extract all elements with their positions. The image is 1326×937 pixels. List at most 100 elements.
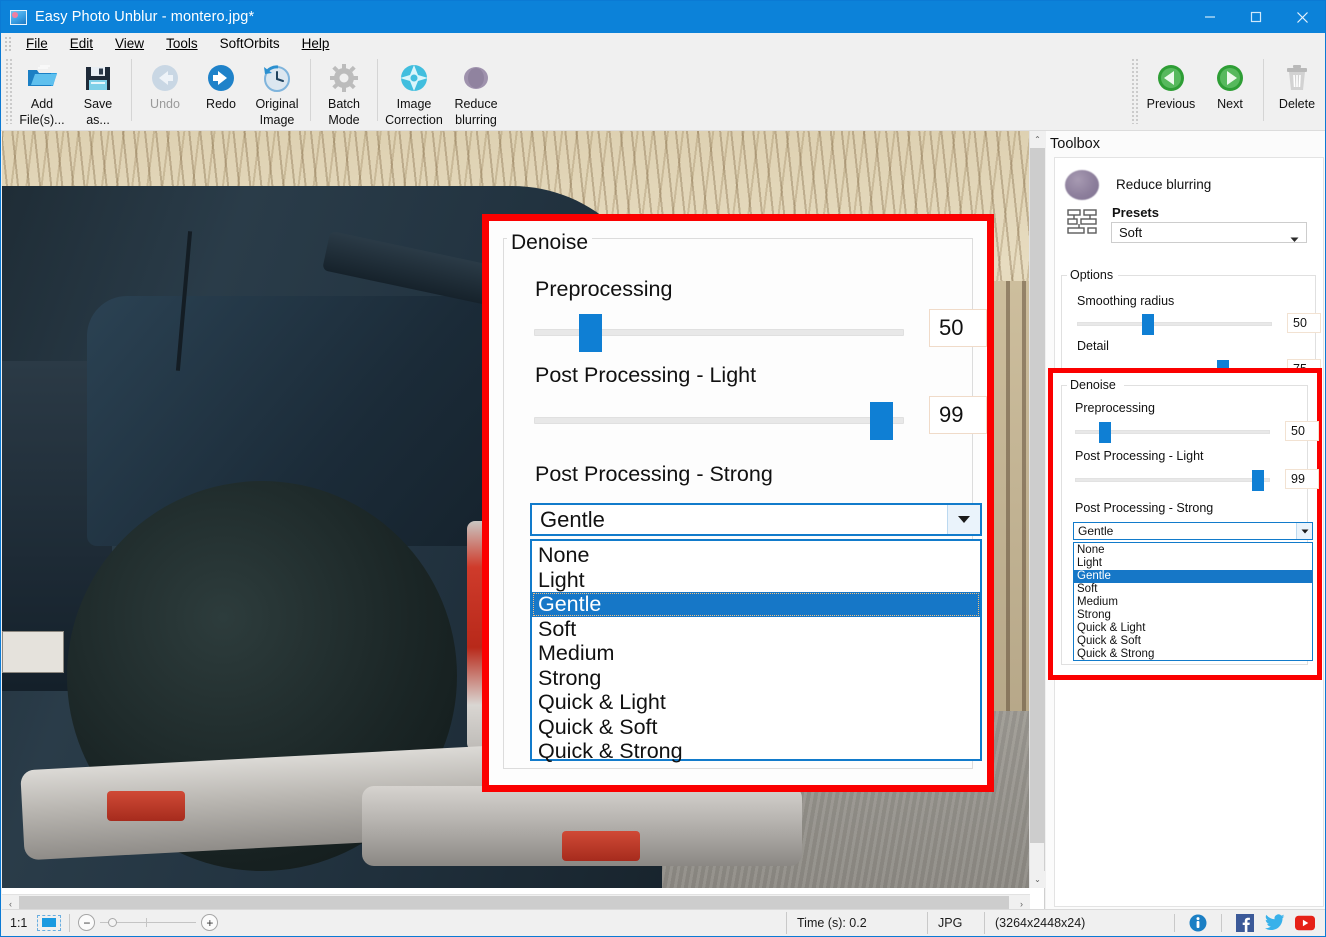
previous-label: Previous bbox=[1147, 97, 1196, 111]
denoise-post-strong-selected: Gentle bbox=[1074, 524, 1113, 538]
denoise-post-light-label: Post Processing - Light bbox=[1075, 449, 1204, 463]
close-button[interactable] bbox=[1279, 1, 1325, 33]
denoise-post-strong-dropdown-list[interactable]: None Light Gentle Soft Medium Strong Qui… bbox=[1073, 542, 1313, 661]
status-dimensions: (3264x2448x24) bbox=[984, 912, 1166, 934]
menu-item-edit[interactable]: Edit bbox=[59, 33, 104, 55]
next-button[interactable]: Next bbox=[1202, 55, 1258, 125]
menu-grip-icon[interactable] bbox=[4, 36, 12, 52]
batch-mode-button[interactable]: Batch Mode bbox=[316, 55, 372, 127]
overlay-preprocessing-value[interactable]: 50 bbox=[929, 309, 987, 347]
overlay-chevron-down-icon[interactable] bbox=[947, 505, 980, 534]
undo-label: Undo bbox=[150, 97, 180, 111]
denoise-option-quick-strong[interactable]: Quick & Strong bbox=[1074, 648, 1312, 661]
scroll-down-arrow-icon[interactable]: ⌄ bbox=[1030, 871, 1045, 888]
menu-tools-label: Tools bbox=[166, 36, 198, 51]
open-folder-icon bbox=[26, 61, 58, 95]
denoise-option-strong[interactable]: Strong bbox=[1074, 609, 1312, 622]
undo-button[interactable]: Undo bbox=[137, 55, 193, 125]
overlay-post-light-thumb[interactable] bbox=[870, 402, 893, 440]
smoothing-radius-thumb[interactable] bbox=[1142, 314, 1154, 335]
overlay-option-gentle[interactable]: Gentle bbox=[532, 592, 980, 617]
status-divider-2 bbox=[1174, 914, 1175, 932]
denoise-option-gentle[interactable]: Gentle bbox=[1074, 570, 1312, 583]
denoise-post-strong-combobox[interactable]: Gentle bbox=[1073, 522, 1313, 540]
save-as-button[interactable]: Save as... bbox=[70, 55, 126, 127]
add-files-button[interactable]: Add File(s)... bbox=[14, 55, 70, 127]
overlay-post-strong-dropdown-list[interactable]: None Light Gentle Soft Medium Strong Qui… bbox=[530, 539, 982, 761]
facebook-icon[interactable] bbox=[1235, 914, 1255, 932]
overlay-option-strong[interactable]: Strong bbox=[532, 666, 980, 691]
maximize-button[interactable] bbox=[1233, 1, 1279, 33]
toolbar-grip-icon[interactable] bbox=[5, 58, 12, 124]
presets-chevron-down-icon[interactable] bbox=[1290, 230, 1299, 248]
overlay-post-strong-label: Post Processing - Strong bbox=[535, 462, 773, 487]
overlay-post-light-value[interactable]: 99 bbox=[929, 396, 987, 434]
overlay-option-light[interactable]: Light bbox=[532, 568, 980, 593]
overlay-denoise-legend: Denoise bbox=[507, 231, 592, 255]
menu-item-help[interactable]: Help bbox=[291, 33, 341, 55]
overlay-post-strong-combobox[interactable]: Gentle bbox=[530, 503, 982, 536]
menu-item-view[interactable]: View bbox=[104, 33, 155, 55]
overlay-option-quick-strong[interactable]: Quick & Strong bbox=[532, 739, 980, 764]
gear-icon bbox=[329, 61, 359, 95]
info-icon[interactable] bbox=[1188, 914, 1208, 932]
previous-button[interactable]: Previous bbox=[1140, 55, 1202, 125]
denoise-chevron-down-icon[interactable] bbox=[1296, 523, 1312, 539]
denoise-option-soft[interactable]: Soft bbox=[1074, 583, 1312, 596]
overlay-option-quick-light[interactable]: Quick & Light bbox=[532, 690, 980, 715]
zoom-slider-knob[interactable] bbox=[108, 918, 117, 927]
zoom-slider[interactable] bbox=[100, 914, 196, 931]
denoise-post-light-thumb[interactable] bbox=[1252, 470, 1264, 491]
delete-label: Delete bbox=[1279, 97, 1315, 111]
youtube-icon[interactable] bbox=[1295, 914, 1315, 932]
title-bar: Easy Photo Unblur - montero.jpg* bbox=[1, 1, 1325, 33]
overlay-preprocessing-slider[interactable] bbox=[534, 329, 904, 336]
minimize-button[interactable] bbox=[1187, 1, 1233, 33]
smoothing-radius-value[interactable]: 50 bbox=[1287, 313, 1321, 333]
overlay-post-light-label: Post Processing - Light bbox=[535, 363, 756, 388]
denoise-preprocessing-thumb[interactable] bbox=[1099, 422, 1111, 443]
denoise-option-none[interactable]: None bbox=[1074, 544, 1312, 557]
overlay-option-quick-soft[interactable]: Quick & Soft bbox=[532, 715, 980, 740]
scroll-up-arrow-icon[interactable]: ⌃ bbox=[1030, 131, 1045, 148]
fit-to-window-icon[interactable] bbox=[37, 915, 61, 931]
image-correction-label-2: Correction bbox=[385, 113, 443, 127]
overlay-option-none[interactable]: None bbox=[532, 543, 980, 568]
menu-item-file[interactable]: File bbox=[15, 33, 59, 55]
presets-combobox[interactable]: Soft bbox=[1111, 222, 1307, 243]
denoise-option-light[interactable]: Light bbox=[1074, 557, 1312, 570]
denoise-post-strong-label: Post Processing - Strong bbox=[1075, 501, 1213, 515]
delete-button[interactable]: Delete bbox=[1269, 55, 1325, 125]
vertical-scroll-thumb[interactable] bbox=[1030, 148, 1045, 843]
overlay-post-light-slider[interactable] bbox=[534, 417, 904, 424]
zoom-in-button[interactable]: + bbox=[201, 914, 218, 931]
original-image-button[interactable]: Original Image bbox=[249, 55, 305, 127]
menu-softorbits-label: SoftOrbits bbox=[220, 36, 280, 51]
window-controls bbox=[1187, 1, 1325, 33]
menu-item-tools[interactable]: Tools bbox=[155, 33, 209, 55]
denoise-option-quick-light[interactable]: Quick & Light bbox=[1074, 622, 1312, 635]
denoise-post-light-slider[interactable] bbox=[1075, 478, 1270, 482]
toolbar-right-grip-icon[interactable] bbox=[1131, 58, 1138, 124]
redo-button[interactable]: Redo bbox=[193, 55, 249, 125]
denoise-option-medium[interactable]: Medium bbox=[1074, 596, 1312, 609]
image-correction-button[interactable]: Image Correction bbox=[383, 55, 445, 127]
denoise-post-light-value[interactable]: 99 bbox=[1285, 469, 1319, 489]
overlay-option-medium[interactable]: Medium bbox=[532, 641, 980, 666]
overlay-preprocessing-thumb[interactable] bbox=[579, 314, 602, 352]
denoise-preprocessing-value[interactable]: 50 bbox=[1285, 421, 1319, 441]
smoothing-radius-slider[interactable] bbox=[1077, 322, 1272, 326]
batch-mode-label-2: Mode bbox=[328, 113, 359, 127]
window-title: Easy Photo Unblur - montero.jpg* bbox=[35, 9, 254, 25]
canvas-vertical-scrollbar[interactable]: ⌃ ⌄ bbox=[1029, 131, 1044, 888]
presets-selected-value: Soft bbox=[1112, 225, 1142, 240]
denoise-preprocessing-slider[interactable] bbox=[1075, 430, 1270, 434]
twitter-icon[interactable] bbox=[1265, 914, 1285, 932]
denoise-legend: Denoise bbox=[1067, 378, 1119, 392]
menu-item-softorbits[interactable]: SoftOrbits bbox=[209, 33, 291, 55]
zoom-out-button[interactable]: − bbox=[78, 914, 95, 931]
denoise-option-quick-soft[interactable]: Quick & Soft bbox=[1074, 635, 1312, 648]
reduce-blurring-button[interactable]: Reduce blurring bbox=[445, 55, 507, 127]
toolbar-separator-4 bbox=[1263, 59, 1264, 121]
overlay-option-soft[interactable]: Soft bbox=[532, 617, 980, 642]
